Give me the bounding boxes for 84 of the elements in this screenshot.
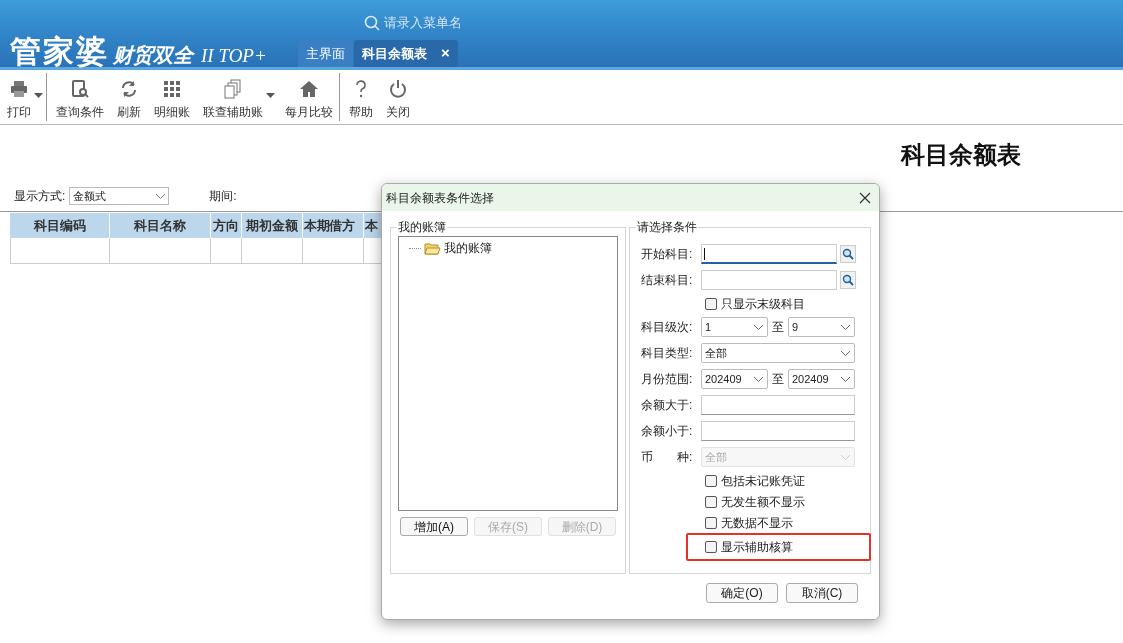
column-header[interactable]: 期初金额 [242,213,303,238]
text-field[interactable] [701,244,837,264]
chevron-down-icon [156,193,166,199]
checkbox[interactable] [705,474,717,487]
column-header[interactable]: 本期借方 [303,213,364,238]
chevron-down-icon [754,376,763,382]
search-icon [364,15,380,31]
dropdown[interactable]: 全部 [701,343,855,363]
column-header[interactable]: 科目名称 [110,213,211,238]
column-header[interactable]: 方向 [211,213,242,238]
toolbar-button[interactable]: 明细账 [148,73,197,121]
checkbox-option[interactable]: 包括未记账凭证 [705,471,805,490]
logo-text: 管家婆 [10,36,109,67]
toolbar-button[interactable]: 查询条件 [50,73,111,121]
field-label: 开始科目: [641,246,694,263]
toolbar-button[interactable]: 关闭 [380,73,417,121]
search-icon[interactable] [840,271,856,289]
field-label: 余额小于: [641,423,694,440]
folder-icon [424,241,441,255]
period-label: 期间: [209,188,237,205]
dialog-button[interactable]: 增加(A) [400,517,468,536]
field-label: 科目类型: [641,345,694,362]
tab[interactable]: 科目余额表 × [354,40,458,67]
checkbox[interactable] [705,541,717,553]
toolbar-button[interactable]: 帮助 [343,73,380,121]
dropdown[interactable]: 202409 [701,369,768,389]
checkbox-option[interactable]: 显示辅助核算 [705,538,793,556]
tree-item[interactable]: 我的账簿 [444,239,492,257]
logo-subtitle: 财贸双全 [113,45,193,65]
dialog-title: 科目余额表条件选择 [386,189,494,207]
text-field[interactable] [701,270,837,290]
field-label: 结束科目: [641,272,694,289]
close-icon[interactable] [859,191,871,204]
column-header[interactable]: 科目编码 [10,213,110,238]
chevron-down-icon [841,376,850,382]
toolbar-button[interactable]: 每月比较 [279,73,340,121]
checkbox[interactable] [705,516,717,529]
documents-icon [223,79,243,99]
checkbox-option[interactable]: 无发生额不显示 [705,492,805,511]
chevron-down-icon [841,350,850,356]
group-legend: 请选择条件 [636,219,698,235]
dropdown-caret-icon [34,93,43,98]
dropdown-caret-icon [266,93,275,98]
field-label: 科目级次: [641,319,694,336]
chevron-down-icon [754,324,763,330]
checkbox-option[interactable]: 只显示末级科目 [705,294,805,313]
dropdown[interactable]: 1 [701,317,768,337]
table-cell [211,238,242,264]
text-field[interactable] [701,421,855,441]
display-mode-dropdown[interactable]: 金额式 [69,187,170,205]
field-label: 余额大于: [641,397,694,414]
checkbox-option[interactable]: 无数据不显示 [705,513,793,532]
group-legend: 我的账簿 [397,219,447,235]
dropdown[interactable]: 9 [788,317,855,337]
dialog-button[interactable]: 取消(C) [786,583,858,603]
chevron-down-icon [841,454,850,460]
toolbar-button[interactable]: 刷新 [111,73,148,121]
report-title: 科目余额表 [901,141,1021,170]
field-label: 月份范围: [641,371,694,388]
edition-label: II TOP+ [201,46,267,65]
display-mode-label: 显示方式: [14,188,66,205]
power-icon [388,79,408,99]
checkbox[interactable] [705,495,717,508]
range-separator: 至 [772,371,784,388]
house-icon [299,79,319,99]
document-search-icon [70,79,90,99]
dialog-button[interactable]: 确定(O) [706,583,778,603]
checkbox[interactable] [705,297,717,310]
table-cell [242,238,303,264]
chevron-down-icon [841,324,850,330]
search-icon[interactable] [840,245,856,263]
printer-icon [9,79,29,99]
text-field[interactable] [701,395,855,415]
toolbar-button[interactable]: 打印 [1,73,47,121]
toolbar-button[interactable]: 联查辅助账 [197,73,279,121]
grid-icon [162,79,182,99]
field-label: 币 种: [641,449,694,466]
menu-search-field[interactable]: 请录入菜单名 [384,13,554,33]
close-tab-button[interactable]: × [441,42,450,65]
dropdown[interactable]: 202409 [788,369,855,389]
refresh-icon [119,79,139,99]
range-separator: 至 [772,319,784,336]
tab[interactable]: 主界面 [298,40,353,67]
dropdown: 全部 [701,447,855,467]
